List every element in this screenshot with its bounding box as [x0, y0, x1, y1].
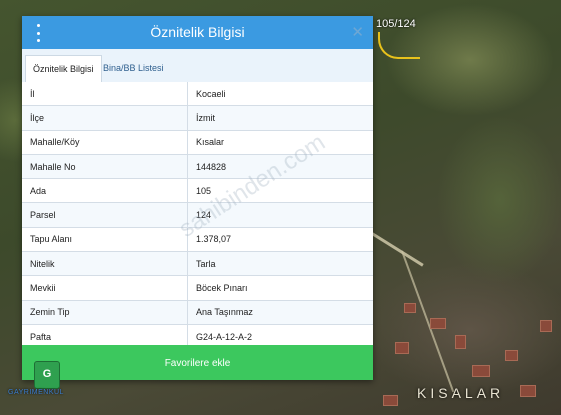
row-value: İzmit — [187, 105, 373, 131]
table-row: Mahalle/Köy Kısalar — [22, 130, 373, 155]
row-value: Böcek Pınarı — [187, 275, 373, 301]
table-row: Mevkii Böcek Pınarı — [22, 275, 373, 301]
row-key: Ada — [22, 178, 188, 204]
table-row: Mahalle No 144828 — [22, 154, 373, 180]
row-key: Mahalle No — [22, 154, 188, 180]
map-building — [430, 318, 446, 329]
map-building — [540, 320, 552, 332]
parcel-number-label: 105/124 — [376, 18, 416, 30]
map-road — [401, 250, 455, 393]
add-to-favorites-button[interactable]: Favorilere ekle — [22, 345, 373, 380]
row-value: Ana Taşınmaz — [187, 300, 373, 325]
dialog-title: Öznitelik Bilgisi — [150, 24, 245, 40]
row-key: İlçe — [22, 105, 188, 131]
row-value: 1.378,07 — [187, 227, 373, 253]
map-building — [520, 385, 536, 397]
map-road — [371, 232, 424, 267]
tab-bar: Öznitelik Bilgisi Bina/BB Listesi — [22, 49, 373, 84]
logo: G — [34, 361, 60, 389]
row-key: Zemin Tip — [22, 300, 188, 325]
table-row: Zemin Tip Ana Taşınmaz — [22, 300, 373, 325]
table-row: İlçe İzmit — [22, 105, 373, 131]
row-value: 105 — [187, 178, 373, 204]
close-icon[interactable]: ✕ — [351, 23, 364, 41]
table-row: İl Kocaeli — [22, 82, 373, 107]
table-row: Nitelik Tarla — [22, 251, 373, 277]
row-value: Tarla — [187, 251, 373, 277]
attribute-table: İl Kocaeli İlçe İzmit Mahalle/Köy Kısalar M… — [22, 82, 373, 350]
row-key: Mahalle/Köy — [22, 130, 188, 155]
map-building — [472, 365, 490, 377]
logo-text: GAYRIMENKUL — [8, 389, 64, 396]
row-key: İl — [22, 82, 188, 107]
table-row: Parsel 124 — [22, 202, 373, 228]
map-building — [383, 395, 398, 406]
row-key: Nitelik — [22, 251, 188, 277]
row-key: Parsel — [22, 202, 188, 228]
tab-building-list[interactable]: Bina/BB Listesi — [96, 55, 171, 82]
map-building — [455, 335, 466, 349]
table-row: Ada 105 — [22, 178, 373, 204]
map-building — [505, 350, 518, 361]
map-building — [404, 303, 416, 313]
attribute-info-dialog: Öznitelik Bilgisi ✕ Öznitelik Bilgisi Bi… — [22, 16, 373, 380]
dialog-header: Öznitelik Bilgisi ✕ — [22, 16, 373, 49]
parcel-boundary — [378, 32, 420, 59]
row-value: Kısalar — [187, 130, 373, 155]
row-value: 144828 — [187, 154, 373, 180]
row-value: Kocaeli — [187, 82, 373, 107]
map-building — [395, 342, 409, 354]
row-key: Tapu Alanı — [22, 227, 188, 253]
row-key: Mevkii — [22, 275, 188, 301]
row-value: 124 — [187, 202, 373, 228]
table-row: Tapu Alanı 1.378,07 — [22, 227, 373, 253]
village-label: KISALAR — [417, 385, 505, 401]
tab-attribute-info[interactable]: Öznitelik Bilgisi — [25, 55, 102, 84]
